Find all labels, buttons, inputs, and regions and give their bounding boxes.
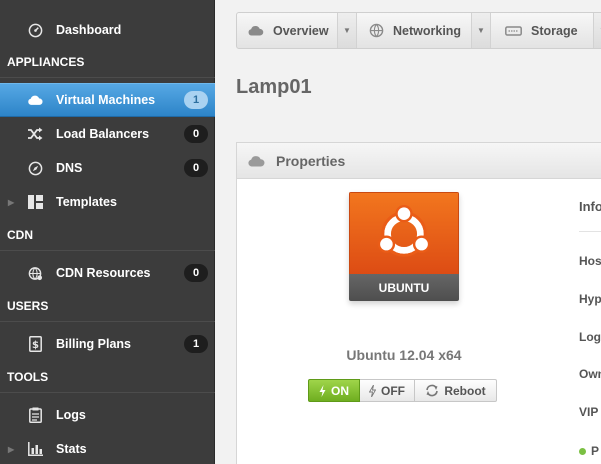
panel-title: Properties	[276, 152, 346, 169]
count-badge: 0	[184, 125, 208, 143]
layout-icon	[27, 194, 43, 210]
tab-label: Overview	[273, 23, 329, 38]
cloud-icon	[247, 25, 264, 36]
section-users: USERS	[0, 290, 215, 322]
sidebar-item-label: DNS	[56, 161, 83, 175]
tab-bar: Overview ▼ Networking ▼ Storage ▼	[236, 12, 601, 49]
sidebar: Dashboard APPLIANCES Virtual Machines 1 …	[0, 0, 215, 464]
expand-arrow-icon[interactable]: ▶	[8, 198, 14, 207]
compass-icon	[27, 160, 43, 176]
count-badge: 0	[184, 159, 208, 177]
status-dot	[579, 448, 586, 455]
section-appliances: APPLIANCES	[0, 46, 215, 78]
clipboard-icon	[27, 407, 43, 423]
globe-icon	[27, 265, 43, 281]
properties-panel: Properties UBUNTU Ubuntu 12.04 x64 ON OF…	[236, 142, 601, 464]
section-cdn: CDN	[0, 219, 215, 251]
lightning-icon	[319, 384, 326, 397]
sidebar-item-label: Billing Plans	[56, 337, 132, 351]
tab-overview[interactable]: Overview	[247, 13, 329, 48]
info-row-login: Log	[579, 330, 601, 344]
sidebar-item-label: CDN Resources	[56, 266, 151, 280]
svg-text:$: $	[32, 340, 39, 351]
count-badge: 1	[184, 335, 208, 353]
caret-down-icon: ▼	[343, 26, 351, 35]
os-template-tile: UBUNTU	[349, 192, 459, 301]
count-badge: 0	[184, 264, 208, 282]
power-controls: ON OFF Reboot	[308, 379, 497, 402]
refresh-icon	[425, 384, 439, 397]
globe-icon	[369, 23, 384, 38]
properties-panel-header: Properties	[237, 143, 601, 179]
tab-overview-dropdown[interactable]: ▼	[337, 13, 357, 48]
tab-label: Networking	[393, 23, 462, 38]
power-on-button[interactable]: ON	[308, 379, 360, 402]
main-content: Overview ▼ Networking ▼ Storage ▼ Lamp01…	[216, 0, 601, 464]
page-title: Lamp01	[236, 76, 312, 98]
sidebar-item-dashboard[interactable]: Dashboard	[0, 13, 215, 47]
sidebar-item-label: Dashboard	[56, 23, 122, 37]
count-badge: 1	[184, 91, 208, 109]
reboot-label: Reboot	[444, 383, 486, 398]
os-name: Ubuntu 12.04 x64	[346, 347, 462, 363]
shuffle-icon	[27, 126, 43, 142]
sidebar-item-label: Logs	[56, 408, 86, 422]
sidebar-item-dns[interactable]: DNS 0	[0, 151, 215, 185]
info-row-hypervisor: Hyp	[579, 292, 601, 306]
tab-storage[interactable]: Storage	[505, 13, 578, 48]
tab-storage-dropdown[interactable]: ▼	[593, 13, 601, 48]
sidebar-item-cdn-resources[interactable]: CDN Resources 0	[0, 256, 215, 290]
tab-networking-dropdown[interactable]: ▼	[471, 13, 491, 48]
sidebar-item-virtual-machines[interactable]: Virtual Machines 1	[0, 83, 215, 117]
info-row-vip: VIP	[579, 405, 599, 419]
power-on-label: ON	[331, 383, 349, 398]
ubuntu-logo-icon	[349, 192, 459, 274]
divider	[579, 231, 601, 232]
power-off-button[interactable]: OFF	[360, 379, 415, 402]
speedometer-icon	[27, 22, 43, 38]
cloud-icon	[27, 92, 43, 108]
expand-arrow-icon[interactable]: ▶	[8, 445, 14, 454]
sidebar-item-label: Virtual Machines	[56, 93, 156, 107]
info-row-status: P	[591, 444, 600, 458]
disk-icon	[505, 25, 522, 36]
bar-chart-icon	[27, 441, 43, 457]
sidebar-item-logs[interactable]: Logs	[0, 398, 215, 432]
tab-label: Storage	[531, 23, 578, 38]
sidebar-item-billing-plans[interactable]: $ Billing Plans 1	[0, 327, 215, 361]
sidebar-item-label: Load Balancers	[56, 127, 150, 141]
reboot-button[interactable]: Reboot	[415, 379, 497, 402]
sidebar-item-label: Stats	[56, 442, 87, 456]
sidebar-item-label: Templates	[56, 195, 117, 209]
caret-down-icon: ▼	[477, 26, 485, 35]
power-off-label: OFF	[381, 383, 405, 398]
info-row-owner: Own	[579, 367, 601, 381]
info-section-title: Info	[579, 199, 601, 214]
sidebar-item-stats[interactable]: ▶ Stats	[0, 432, 215, 464]
info-row-host: Hos	[579, 254, 601, 268]
sidebar-item-templates[interactable]: ▶ Templates	[0, 185, 215, 219]
sidebar-item-load-balancers[interactable]: Load Balancers 0	[0, 117, 215, 151]
section-tools: TOOLS	[0, 361, 215, 393]
os-tile-label: UBUNTU	[349, 274, 459, 301]
cloud-icon	[247, 155, 265, 167]
lightning-icon	[369, 384, 376, 397]
tab-networking[interactable]: Networking	[369, 13, 461, 48]
dollar-document-icon: $	[27, 336, 43, 352]
